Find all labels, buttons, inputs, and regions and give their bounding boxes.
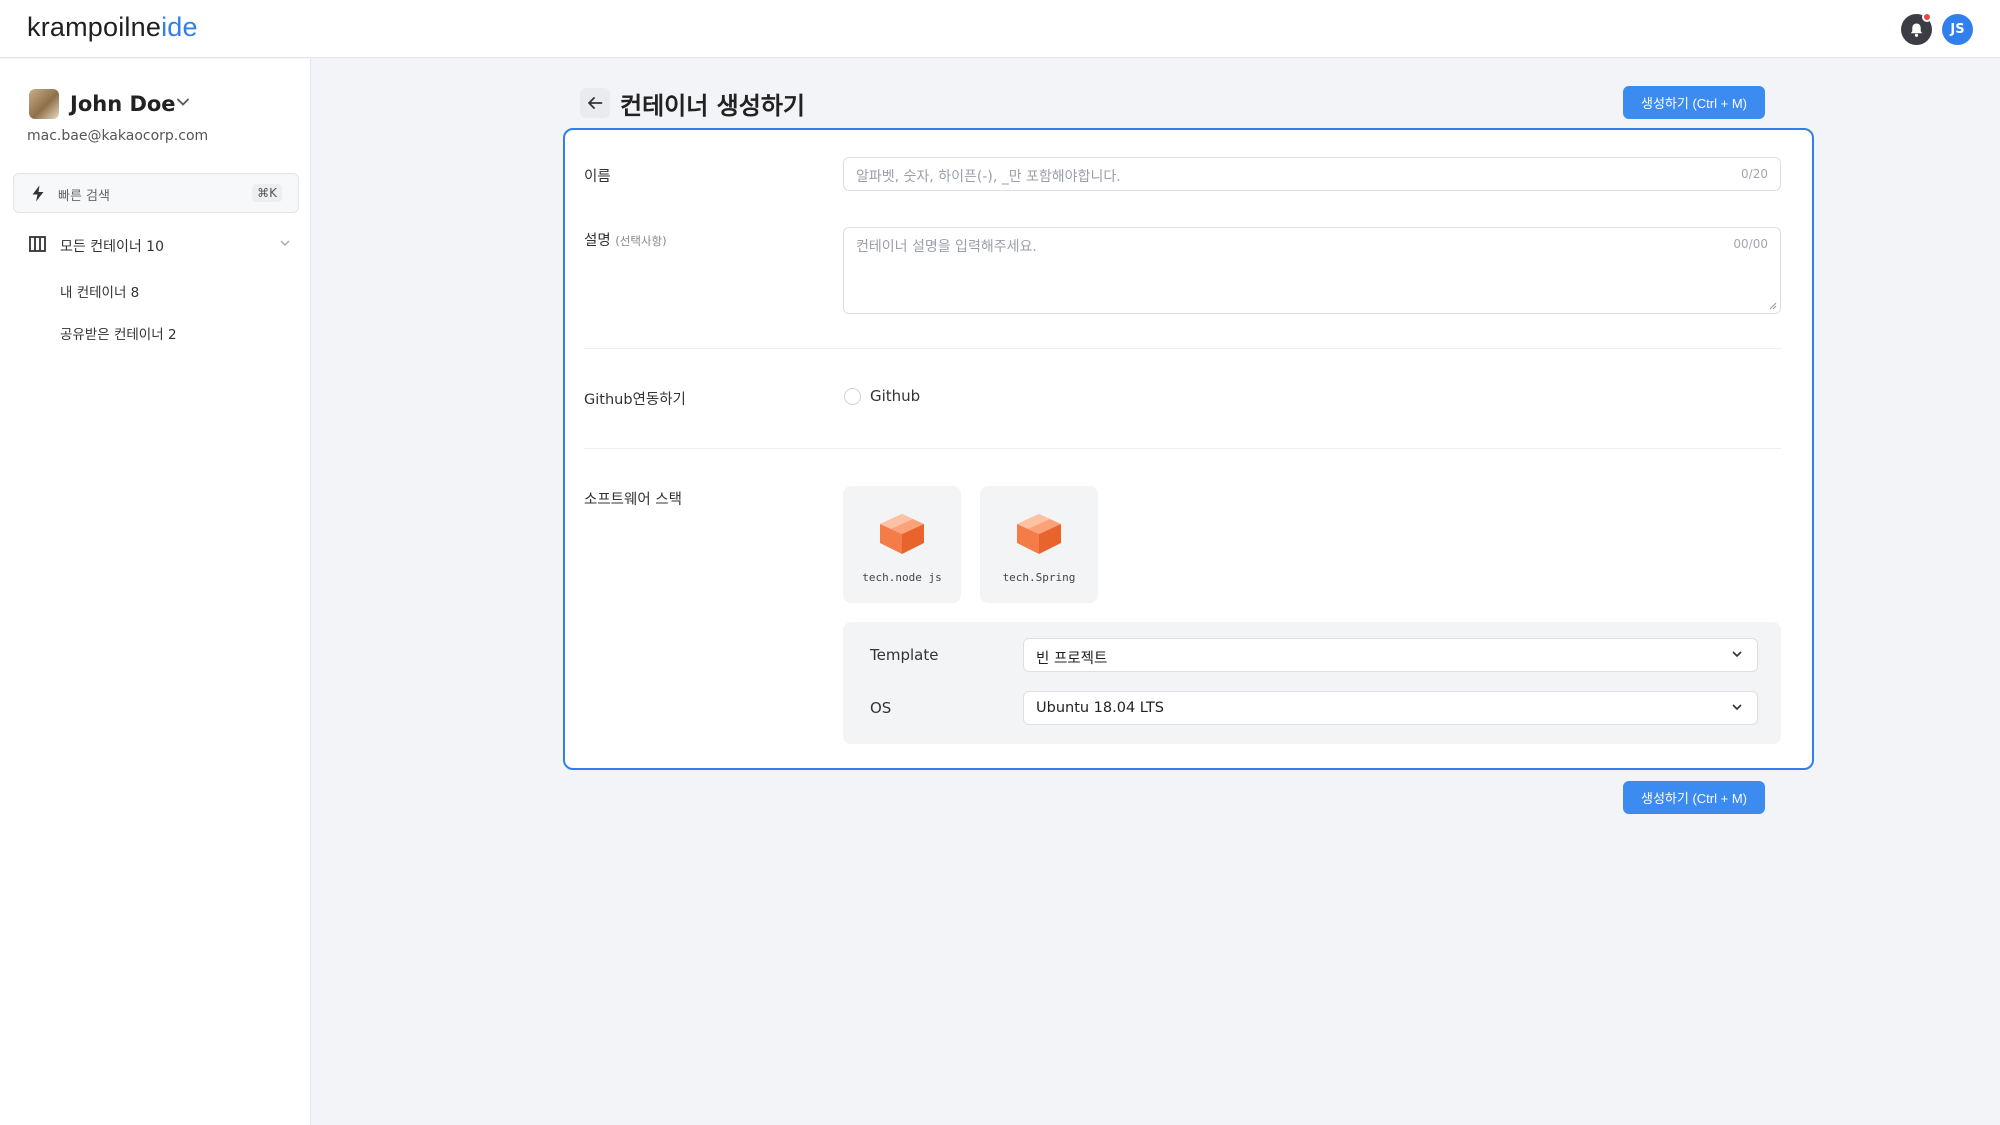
lightning-icon (32, 185, 44, 202)
page-title: 컨테이너 생성하기 (620, 92, 805, 120)
create-button-bottom[interactable]: 생성하기 (Ctrl + M) (1623, 781, 1765, 814)
template-value: 빈 프로젝트 (1036, 651, 1108, 667)
app-logo[interactable]: krampoilneide (27, 12, 198, 43)
tech-label: tech.Spring (1002, 571, 1076, 584)
notification-dot (1922, 12, 1932, 22)
chevron-down-icon (1732, 651, 1742, 658)
sidebar-item-shared-containers[interactable]: 공유받은 컨테이너 2 (60, 323, 177, 343)
description-label-text: 설명 (584, 233, 611, 249)
divider (584, 448, 1781, 449)
package-box-icon (880, 514, 924, 554)
arrow-left-icon (588, 97, 603, 109)
resize-handle-icon[interactable] (1769, 302, 1777, 310)
description-textarea[interactable]: 컨테이너 설명을 입력해주세요. 00/00 (843, 227, 1781, 314)
sidebar-item-my-containers[interactable]: 내 컨테이너 8 (60, 281, 139, 301)
stack-settings-panel: Template 빈 프로젝트 OS Ubuntu 18.04 LTS (843, 622, 1781, 744)
chevron-down-icon[interactable] (279, 239, 291, 247)
os-select[interactable]: Ubuntu 18.04 LTS (1023, 691, 1758, 725)
name-label: 이름 (584, 169, 611, 185)
shortcut-badge: ⌘K (252, 184, 282, 202)
user-name[interactable]: John Doe (70, 92, 176, 116)
quick-search-label: 빠른 검색 (58, 189, 110, 204)
create-button-top[interactable]: 생성하기 (Ctrl + M) (1623, 86, 1765, 119)
user-avatar[interactable] (29, 89, 59, 119)
quick-search-button[interactable]: 빠른 검색 ⌘K (13, 173, 299, 213)
sidebar-item-all-containers[interactable]: 모든 컨테이너 10 (29, 233, 291, 257)
sidebar: John Doe mac.bae@kakaocorp.com 빠른 검색 ⌘K … (0, 59, 311, 1125)
chevron-down-icon[interactable] (176, 97, 190, 107)
logo-text-accent: ide (161, 12, 198, 42)
github-radio[interactable] (844, 388, 861, 405)
os-label: OS (870, 699, 892, 717)
tech-card-nodejs[interactable]: tech.node js (843, 486, 961, 603)
optional-hint: (선택사항) (615, 234, 667, 248)
github-radio-label[interactable]: Github (870, 387, 920, 405)
chevron-down-icon (1732, 704, 1742, 711)
sidebar-item-label: 모든 컨테이너 10 (60, 239, 164, 255)
header-avatar[interactable]: JS (1942, 14, 1973, 45)
tech-label: tech.node js (862, 571, 942, 584)
github-label: Github연동하기 (584, 392, 686, 408)
description-placeholder: 컨테이너 설명을 입력해주세요. (856, 239, 1037, 255)
top-bar: krampoilneide JS (0, 0, 2000, 58)
template-label: Template (870, 646, 939, 664)
columns-icon (29, 236, 46, 252)
name-char-counter: 0/20 (1741, 167, 1768, 181)
description-char-counter: 00/00 (1733, 237, 1768, 251)
divider (584, 348, 1781, 349)
back-button[interactable] (580, 88, 610, 118)
description-label: 설명 (선택사항) (584, 229, 667, 250)
name-placeholder: 알파벳, 숫자, 하이픈(-), _만 포함해야합니다. (856, 169, 1121, 185)
logo-text-main: krampoilne (27, 12, 162, 42)
tech-card-spring[interactable]: tech.Spring (980, 486, 1098, 603)
os-value: Ubuntu 18.04 LTS (1036, 700, 1164, 716)
package-box-icon (1017, 514, 1061, 554)
template-select[interactable]: 빈 프로젝트 (1023, 638, 1758, 672)
user-email: mac.bae@kakaocorp.com (27, 128, 209, 144)
create-container-form: 이름 알파벳, 숫자, 하이픈(-), _만 포함해야합니다. 0/20 설명 … (563, 128, 1814, 770)
name-input[interactable]: 알파벳, 숫자, 하이픈(-), _만 포함해야합니다. 0/20 (843, 157, 1781, 191)
software-stack-label: 소프트웨어 스택 (584, 492, 682, 508)
